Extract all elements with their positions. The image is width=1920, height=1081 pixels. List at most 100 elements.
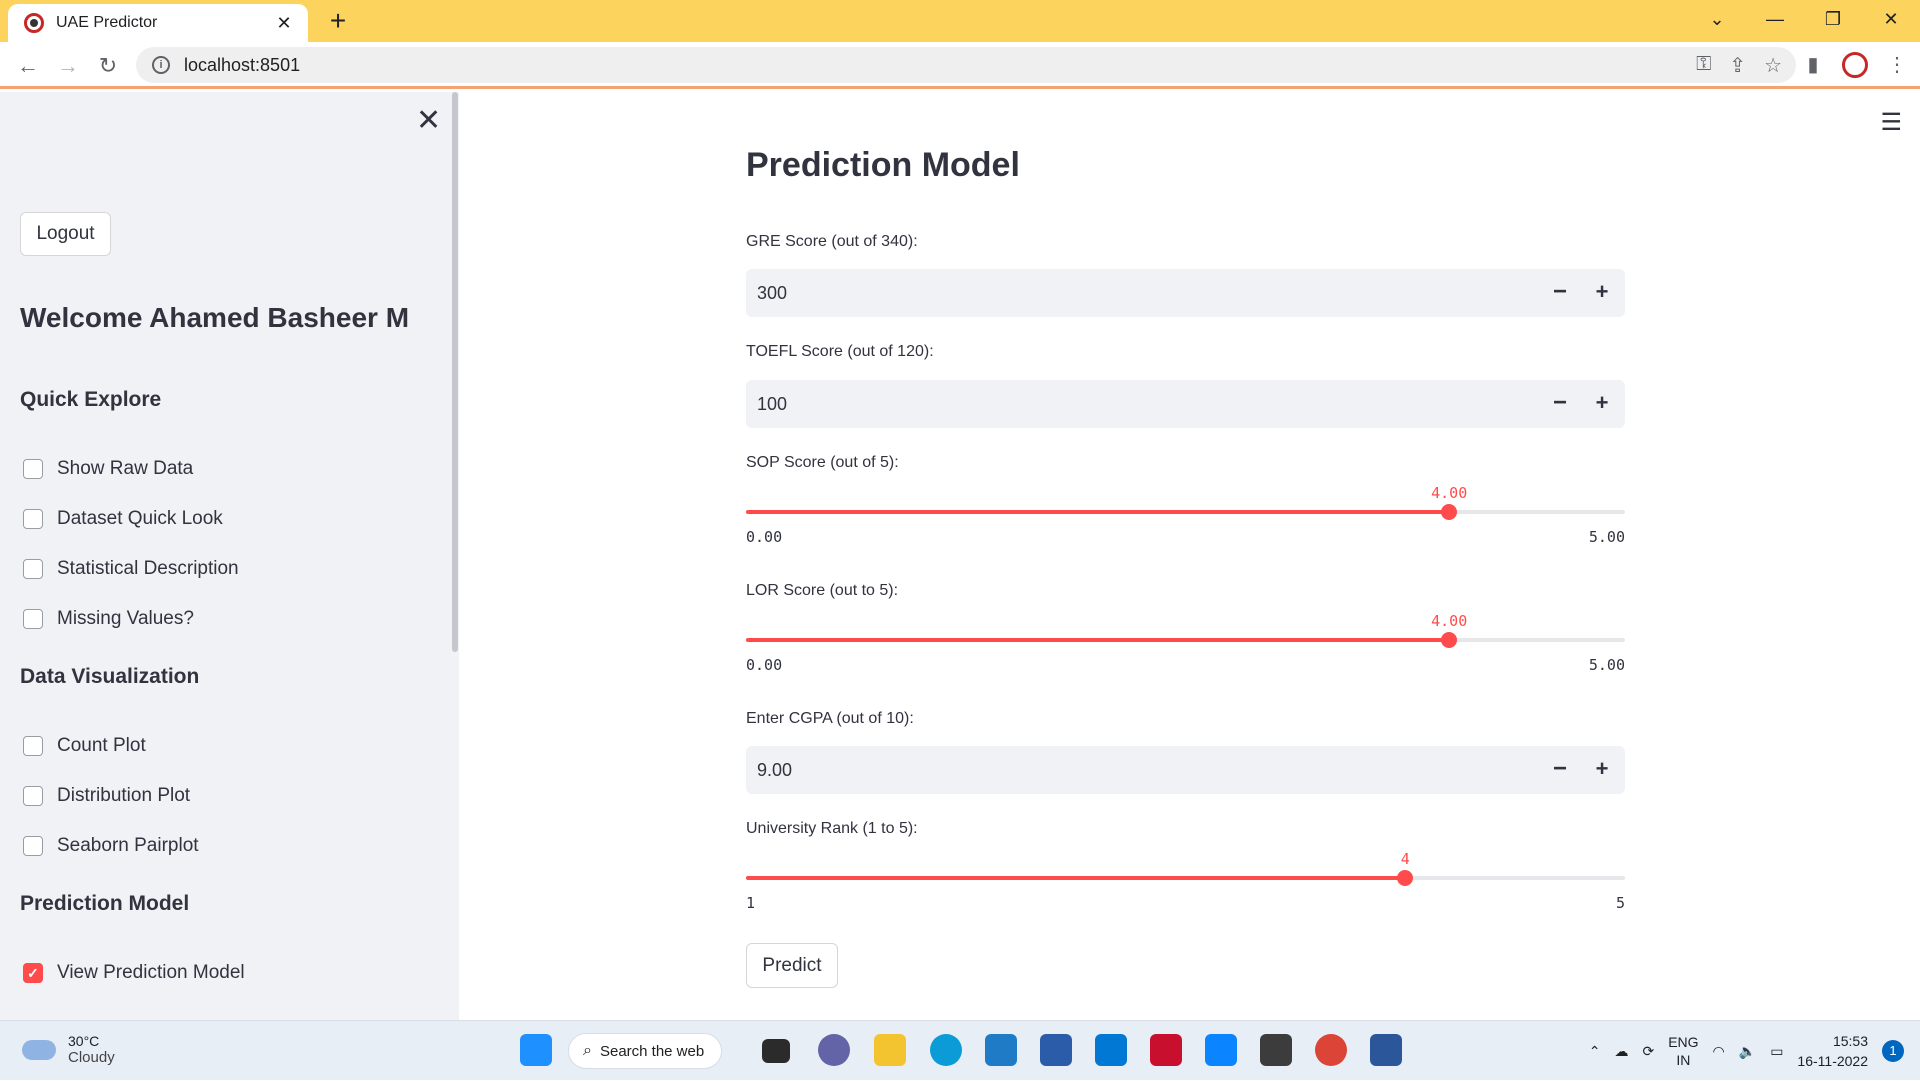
checkbox-box[interactable]: [23, 459, 43, 479]
sidebar: ✕ Logout Welcome Ahamed Basheer M Quick …: [0, 92, 459, 1020]
checkbox-dataset-quick-look[interactable]: Dataset Quick Look: [23, 508, 223, 530]
checkbox-box[interactable]: [23, 509, 43, 529]
windows-start-icon[interactable]: [520, 1034, 552, 1066]
share-icon[interactable]: ⇪: [1729, 53, 1746, 78]
hamburger-menu-icon[interactable]: ☰: [1880, 108, 1902, 137]
battery-icon[interactable]: ▭: [1770, 1043, 1783, 1060]
gre-value[interactable]: 300: [757, 283, 787, 304]
checkbox-label: Show Raw Data: [57, 458, 194, 479]
edge-icon[interactable]: [930, 1034, 962, 1066]
checkbox-seaborn-pairplot[interactable]: Seaborn Pairplot: [23, 835, 199, 857]
bookmark-star-icon[interactable]: ☆: [1764, 53, 1782, 78]
lor-label: LOR Score (out to 5):: [746, 582, 899, 599]
menu-kebab-icon[interactable]: ⋮: [1882, 50, 1912, 80]
sop-slider[interactable]: 4.00 0.00 5.00: [746, 484, 1625, 546]
checkbox-box[interactable]: [23, 786, 43, 806]
terminal-icon[interactable]: [1260, 1034, 1292, 1066]
browser-tab[interactable]: UAE Predictor ✕: [8, 4, 308, 42]
windows-taskbar: 30°C Cloudy ⌕ Search the web ⌃ ☁ ⟳ ENG I…: [0, 1020, 1920, 1080]
toefl-value[interactable]: 100: [757, 394, 787, 415]
wifi-icon[interactable]: ◠: [1713, 1043, 1725, 1060]
slider-thumb[interactable]: [1441, 504, 1458, 520]
vscode-icon[interactable]: [985, 1034, 1017, 1066]
taskbar-search[interactable]: ⌕ Search the web: [568, 1033, 722, 1069]
sync-icon[interactable]: ⟳: [1642, 1043, 1654, 1060]
toefl-increment-button[interactable]: +: [1587, 390, 1617, 416]
toefl-decrement-button[interactable]: −: [1545, 390, 1575, 416]
checkbox-missing-values[interactable]: Missing Values?: [23, 608, 194, 630]
language-code: ENG: [1668, 1034, 1699, 1050]
cgpa-number-input[interactable]: 9.00 − +: [746, 746, 1625, 794]
checkbox-distribution-plot[interactable]: Distribution Plot: [23, 785, 190, 807]
logout-button[interactable]: Logout: [20, 212, 111, 256]
section-heading-quick-explore: Quick Explore: [20, 388, 162, 411]
checkbox-box[interactable]: [23, 836, 43, 856]
region-code: IN: [1676, 1052, 1691, 1068]
checkbox-show-raw-data[interactable]: Show Raw Data: [23, 458, 193, 480]
taskbar-search-label: Search the web: [599, 1042, 705, 1060]
gre-increment-button[interactable]: +: [1587, 279, 1617, 305]
back-icon[interactable]: ←: [12, 50, 44, 82]
checkbox-box-checked[interactable]: ✓: [23, 963, 43, 983]
slider-max-label: 5.00: [1588, 656, 1625, 674]
tab-favicon-icon: [24, 13, 44, 33]
sidebar-close-icon[interactable]: ✕: [416, 106, 441, 136]
sidebar-scrollbar[interactable]: [452, 92, 458, 652]
checkbox-view-prediction-model[interactable]: ✓ View Prediction Model: [23, 962, 245, 984]
file-explorer-icon[interactable]: [874, 1034, 906, 1066]
checkbox-box[interactable]: [23, 736, 43, 756]
cgpa-increment-button[interactable]: +: [1587, 756, 1617, 782]
notification-badge[interactable]: 1: [1882, 1040, 1904, 1062]
volume-icon[interactable]: 🔈: [1739, 1043, 1756, 1060]
restore-icon[interactable]: ❐: [1804, 0, 1862, 40]
tab-close-icon[interactable]: ✕: [272, 13, 296, 34]
chevron-up-icon[interactable]: ⌃: [1589, 1043, 1601, 1060]
app-l-icon[interactable]: [1095, 1034, 1127, 1066]
chrome-icon[interactable]: [1315, 1034, 1347, 1066]
gre-decrement-button[interactable]: −: [1545, 279, 1575, 305]
onedrive-icon[interactable]: ☁: [1614, 1043, 1628, 1060]
clock-time: 15:53: [1832, 1033, 1868, 1049]
checkbox-box[interactable]: [23, 609, 43, 629]
slider-thumb[interactable]: [1397, 870, 1414, 886]
slider-current-value: 4: [1400, 850, 1410, 868]
clock[interactable]: 15:53 16-11-2022: [1797, 1031, 1868, 1071]
system-tray: ⌃ ☁ ⟳ ENG IN ◠ 🔈 ▭ 15:53 16-11-2022 1: [1589, 1021, 1904, 1081]
checkbox-count-plot[interactable]: Count Plot: [23, 735, 146, 757]
slider-thumb[interactable]: [1441, 632, 1458, 648]
toefl-number-input[interactable]: 100 − +: [746, 380, 1625, 428]
new-tab-icon[interactable]: +: [322, 6, 354, 36]
site-info-icon[interactable]: i: [152, 56, 170, 74]
app-blue-icon[interactable]: [1205, 1034, 1237, 1066]
side-panel-icon[interactable]: ▮: [1798, 50, 1828, 80]
checkbox-label: View Prediction Model: [57, 962, 245, 983]
language-indicator[interactable]: ENG IN: [1668, 1033, 1698, 1069]
window-close-icon[interactable]: ✕: [1862, 0, 1920, 40]
store-icon[interactable]: [1040, 1034, 1072, 1066]
forward-icon[interactable]: →: [52, 50, 84, 82]
address-bar[interactable]: i localhost:8501 ⚿ ⇪ ☆: [136, 47, 1796, 83]
gre-label: GRE Score (out of 340):: [746, 233, 918, 250]
minimize-icon[interactable]: —: [1746, 0, 1804, 40]
checkbox-box[interactable]: [23, 559, 43, 579]
cloud-icon: [22, 1039, 56, 1060]
mcafee-icon[interactable]: [1150, 1034, 1182, 1066]
chat-icon[interactable]: [818, 1034, 850, 1066]
gre-number-input[interactable]: 300 − +: [746, 269, 1625, 317]
reload-icon[interactable]: ↻: [92, 50, 124, 82]
checkbox-statistical-description[interactable]: Statistical Description: [23, 558, 239, 580]
slider-fill: [746, 510, 1450, 514]
section-heading-data-visualization: Data Visualization: [20, 665, 200, 688]
profile-avatar-icon[interactable]: [1842, 52, 1868, 78]
word-icon[interactable]: [1370, 1034, 1402, 1066]
cgpa-value[interactable]: 9.00: [757, 760, 792, 781]
lor-slider[interactable]: 4.00 0.00 5.00: [746, 612, 1625, 674]
predict-button[interactable]: Predict: [746, 943, 838, 988]
key-icon[interactable]: ⚿: [1696, 53, 1711, 78]
rank-slider[interactable]: 4 1 5: [746, 850, 1625, 912]
cgpa-decrement-button[interactable]: −: [1545, 756, 1575, 782]
search-icon: ⌕: [583, 1042, 592, 1059]
task-view-icon[interactable]: [762, 1039, 790, 1063]
weather-widget[interactable]: 30°C Cloudy: [22, 1033, 115, 1066]
tab-search-icon[interactable]: ⌄: [1688, 0, 1746, 40]
